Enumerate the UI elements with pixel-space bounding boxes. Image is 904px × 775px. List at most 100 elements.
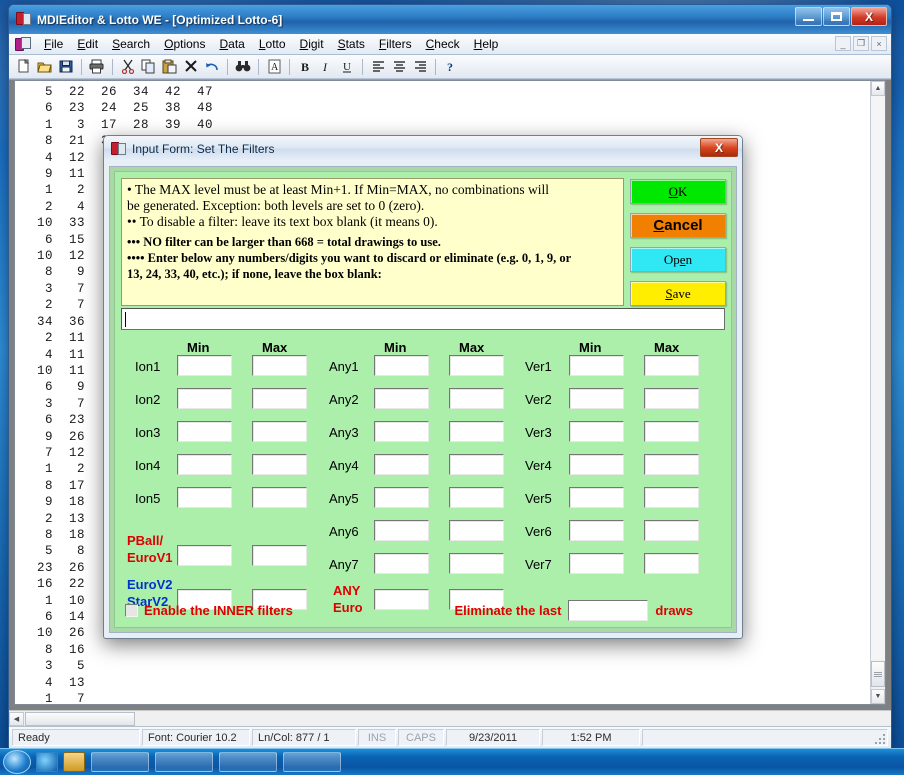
resize-grip-icon[interactable] (873, 732, 885, 744)
input-any2-min[interactable] (374, 388, 429, 409)
mdi-minimize-button[interactable]: _ (835, 36, 851, 51)
scroll-thumb[interactable] (871, 661, 885, 687)
print-icon[interactable] (87, 57, 107, 77)
input-ver7-max[interactable] (644, 553, 699, 574)
window-titlebar[interactable]: MDIEditor & Lotto WE - [Optimized Lotto-… (9, 5, 891, 34)
input-any5-min[interactable] (374, 487, 429, 508)
scroll-left-arrow-icon[interactable]: ◀ (9, 711, 24, 726)
input-any7-max[interactable] (449, 553, 504, 574)
minimize-button[interactable] (795, 7, 822, 26)
input-any6-max[interactable] (449, 520, 504, 541)
scroll-up-arrow-icon[interactable]: ▲ (871, 81, 885, 96)
input-ion5-max[interactable] (252, 487, 307, 508)
input-ion2-max[interactable] (252, 388, 307, 409)
input-any5-max[interactable] (449, 487, 504, 508)
bold-icon[interactable]: B (295, 57, 315, 77)
menu-edit[interactable]: Edit (70, 35, 105, 53)
menu-stats[interactable]: Stats (331, 35, 372, 53)
close-button[interactable]: X (851, 7, 887, 26)
vertical-scrollbar[interactable]: ▲ ▼ (870, 81, 885, 704)
quicklaunch-browser-icon[interactable] (36, 752, 58, 772)
input-any4-min[interactable] (374, 454, 429, 475)
menu-data[interactable]: Data (212, 35, 251, 53)
enable-inner-filters-checkbox[interactable] (125, 603, 138, 617)
input-ion4-min[interactable] (177, 454, 232, 475)
input-ion1-max[interactable] (252, 355, 307, 376)
menu-check[interactable]: Check (419, 35, 467, 53)
input-ver1-min[interactable] (569, 355, 624, 376)
ok-button[interactable]: OK (630, 179, 726, 204)
input-ver5-min[interactable] (569, 487, 624, 508)
open-folder-icon[interactable] (35, 57, 55, 77)
taskbar-item[interactable] (219, 752, 277, 772)
taskbar-item[interactable] (155, 752, 213, 772)
paste-icon[interactable] (160, 57, 180, 77)
input-ion4-max[interactable] (252, 454, 307, 475)
input-ver3-max[interactable] (644, 421, 699, 442)
menu-search[interactable]: Search (105, 35, 157, 53)
input-ver1-max[interactable] (644, 355, 699, 376)
taskbar-item[interactable] (91, 752, 149, 772)
hscroll-thumb[interactable] (25, 711, 135, 726)
input-ver5-max[interactable] (644, 487, 699, 508)
scroll-down-arrow-icon[interactable]: ▼ (871, 689, 885, 704)
align-center-icon[interactable] (389, 57, 409, 77)
input-any6-min[interactable] (374, 520, 429, 541)
mdi-close-button[interactable]: × (871, 36, 887, 51)
undo-arrow-icon[interactable] (202, 57, 222, 77)
input-ver6-max[interactable] (644, 520, 699, 541)
delete-x-icon[interactable] (181, 57, 201, 77)
cancel-button[interactable]: Cancel (630, 213, 726, 238)
start-orb-button[interactable] (3, 750, 31, 774)
input-pball-min[interactable] (177, 545, 232, 566)
input-ver7-min[interactable] (569, 553, 624, 574)
italic-icon[interactable]: I (316, 57, 336, 77)
new-document-icon[interactable] (14, 57, 34, 77)
open-button[interactable]: Open (630, 247, 726, 272)
input-ver4-min[interactable] (569, 454, 624, 475)
input-ver3-min[interactable] (569, 421, 624, 442)
scroll-track[interactable] (871, 96, 885, 659)
save-disk-icon[interactable] (56, 57, 76, 77)
align-right-icon[interactable] (410, 57, 430, 77)
input-any3-max[interactable] (449, 421, 504, 442)
menu-file[interactable]: File (37, 35, 70, 53)
input-any1-max[interactable] (449, 355, 504, 376)
input-any7-min[interactable] (374, 553, 429, 574)
dialog-close-button[interactable]: X (700, 138, 738, 157)
menu-filters[interactable]: Filters (372, 35, 419, 53)
input-ion1-min[interactable] (177, 355, 232, 376)
input-any2-max[interactable] (449, 388, 504, 409)
input-ion5-min[interactable] (177, 487, 232, 508)
discard-numbers-input[interactable] (121, 308, 725, 330)
help-question-icon[interactable]: ? (441, 57, 461, 77)
font-icon[interactable]: A (264, 57, 284, 77)
copy-icon[interactable] (139, 57, 159, 77)
input-any1-min[interactable] (374, 355, 429, 376)
eliminate-last-input[interactable] (568, 599, 649, 621)
menu-digit[interactable]: Digit (293, 35, 331, 53)
input-ver2-max[interactable] (644, 388, 699, 409)
input-any4-max[interactable] (449, 454, 504, 475)
input-ver4-max[interactable] (644, 454, 699, 475)
input-pball-max[interactable] (252, 545, 307, 566)
quicklaunch-folder-icon[interactable] (63, 752, 85, 772)
align-left-icon[interactable] (368, 57, 388, 77)
find-binoculars-icon[interactable] (233, 57, 253, 77)
input-ver6-min[interactable] (569, 520, 624, 541)
input-ion3-max[interactable] (252, 421, 307, 442)
save-button[interactable]: Save (630, 281, 726, 306)
input-ion2-min[interactable] (177, 388, 232, 409)
menu-lotto[interactable]: Lotto (252, 35, 293, 53)
input-ver2-min[interactable] (569, 388, 624, 409)
maximize-button[interactable] (823, 7, 850, 26)
taskbar-item[interactable] (283, 752, 341, 772)
menu-help[interactable]: Help (467, 35, 506, 53)
cut-scissors-icon[interactable] (118, 57, 138, 77)
input-any3-min[interactable] (374, 421, 429, 442)
input-ion3-min[interactable] (177, 421, 232, 442)
menu-options[interactable]: Options (157, 35, 212, 53)
dialog-titlebar[interactable]: Input Form: Set The Filters X (104, 136, 742, 161)
underline-icon[interactable]: U (337, 57, 357, 77)
mdi-restore-button[interactable]: ❐ (853, 36, 869, 51)
